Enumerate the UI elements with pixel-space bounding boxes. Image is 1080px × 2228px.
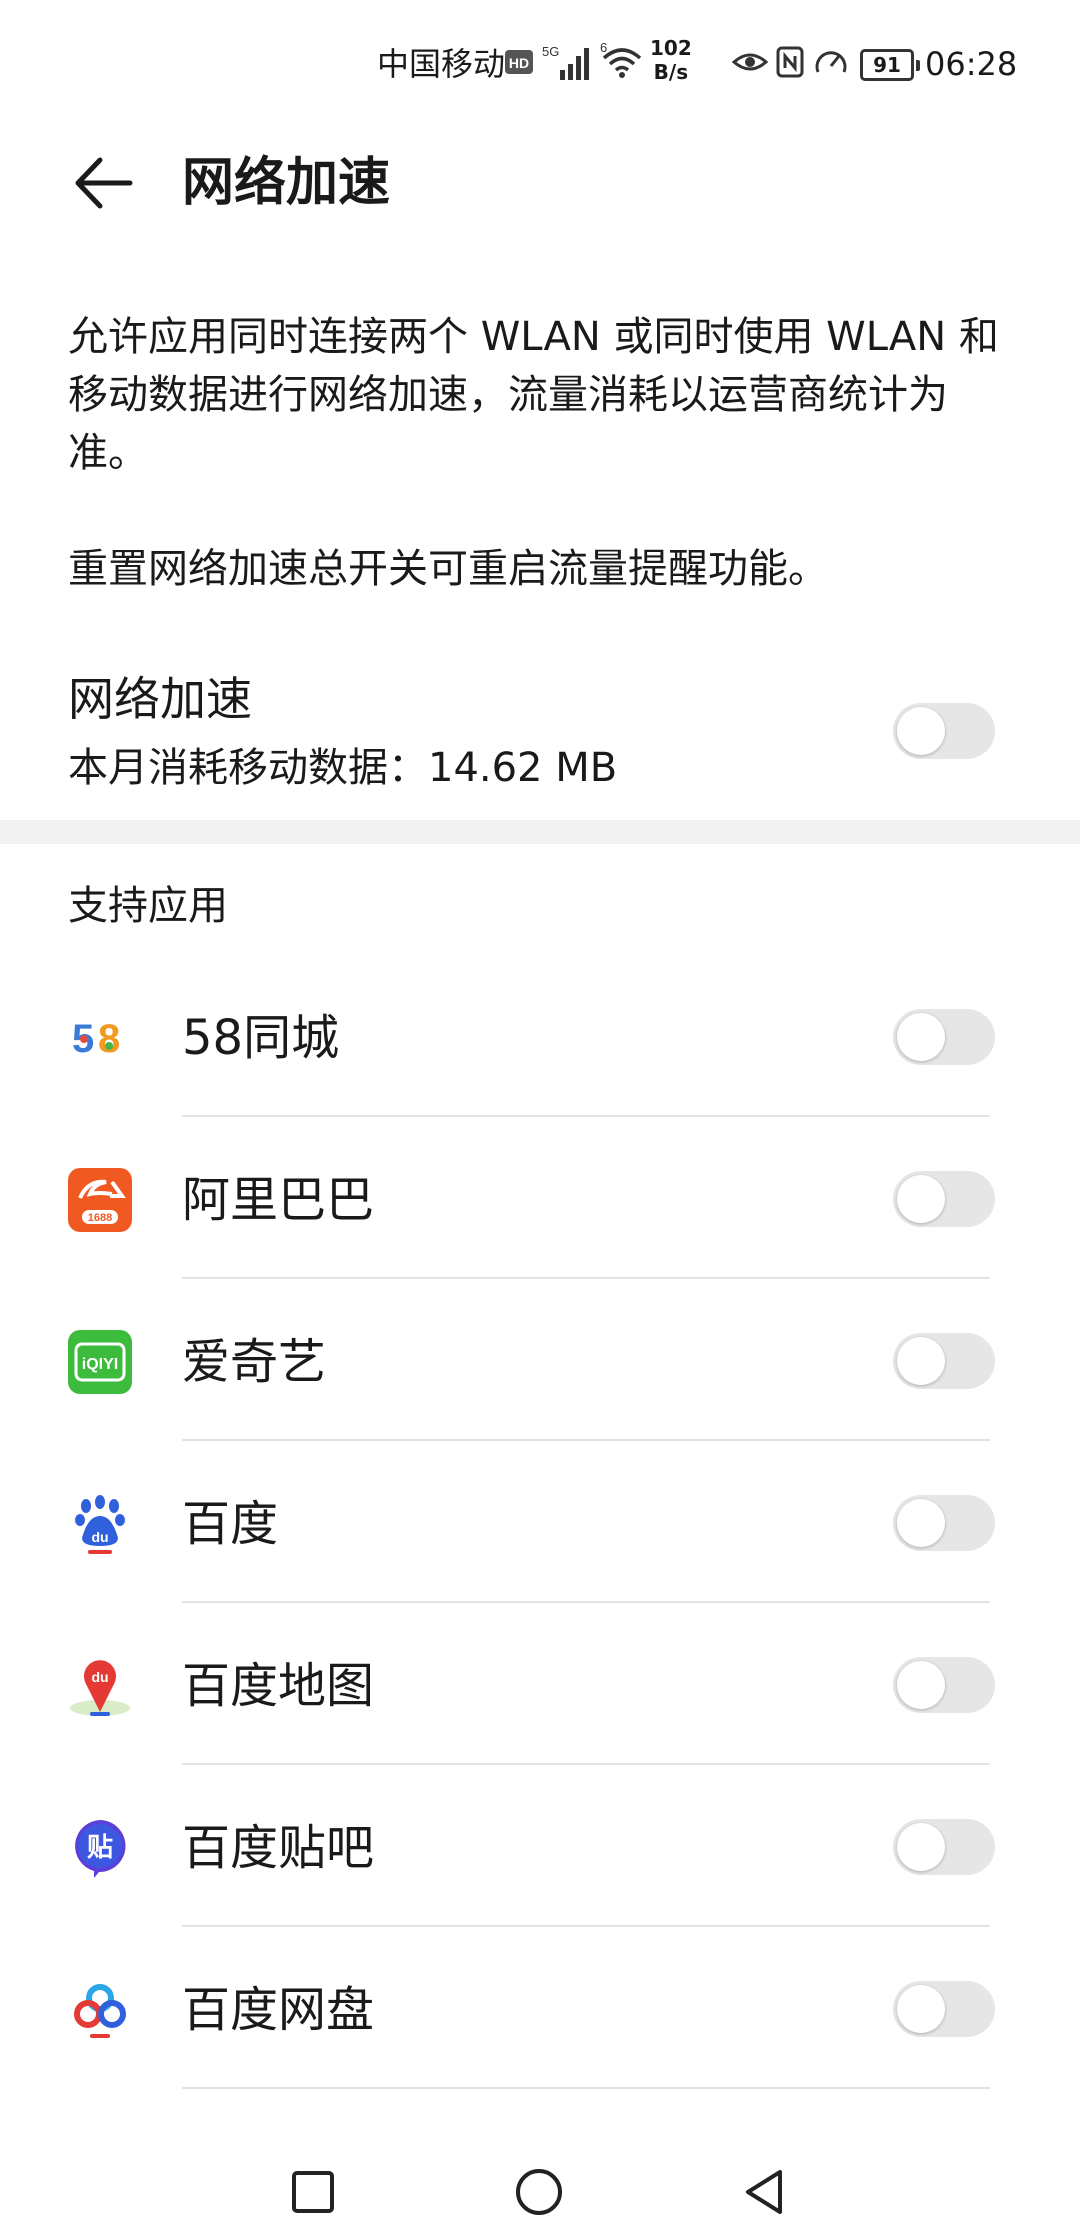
svg-text:iQIYI: iQIYI [82,1356,118,1373]
app-toggle[interactable] [893,1333,995,1389]
app-name: 百度 [182,1496,279,1552]
triangle-back-icon[interactable] [742,2168,786,2216]
data-usage-text: 本月消耗移动数据：14.62 MB [68,745,618,791]
app-name: 阿里巴巴 [182,1172,375,1228]
baidu-icon: du [75,1495,125,1554]
status-bar: 中国移动 HD 5G 6 102 B/s 91 06:28 [0,0,1080,125]
app-toggle[interactable] [893,1171,995,1227]
iqiyi-icon: iQIYI [68,1330,132,1394]
nfc-icon [776,46,804,78]
accelerate-toggle[interactable] [893,703,995,759]
app-toggle[interactable] [893,1495,995,1551]
svg-text:du: du [91,1669,108,1685]
baidu-tieba-icon: 贴 [75,1820,126,1878]
row-divider [182,2087,990,2089]
section-divider [0,820,1080,844]
baidu-map-icon: du [70,1660,130,1716]
app-row-baidu[interactable]: du 百度 [0,1441,1080,1603]
eye-comfort-icon [732,53,768,71]
toggle-knob [897,707,945,755]
58tongcheng-icon: 5 8 [72,1017,120,1061]
app-toggle[interactable] [893,1819,995,1875]
app-row-baidu-tieba[interactable]: 贴 百度贴吧 [0,1765,1080,1927]
app-toggle[interactable] [893,1657,995,1713]
square-icon[interactable] [291,2170,335,2214]
navigation-bar [0,2120,1080,2228]
back-arrow-icon[interactable] [70,150,136,216]
network-speed: 102 B/s [650,36,692,84]
svg-text:6: 6 [600,40,607,55]
app-row-baidu-map[interactable]: du 百度地图 [0,1603,1080,1765]
alibaba-1688-icon: 1688 [68,1168,132,1232]
app-toggle[interactable] [893,1981,995,2037]
svg-text:1688: 1688 [88,1212,112,1224]
app-row-iqiyi[interactable]: iQIYI 爱奇艺 [0,1279,1080,1441]
hd-icon: HD [505,50,533,74]
app-name: 百度地图 [182,1658,375,1714]
app-name: 爱奇艺 [182,1334,327,1390]
wifi-icon: 6 [600,40,642,78]
description-text: 允许应用同时连接两个 WLAN 或同时使用 WLAN 和移动数据进行网络加速，流… [68,314,999,476]
clock: 06:28 [925,45,1018,83]
accelerate-title: 网络加速 [68,672,252,726]
circle-icon[interactable] [515,2168,563,2216]
baidu-netdisk-icon [74,1984,126,2038]
signal-5g-icon: 5G [542,44,589,80]
app-name: 百度网盘 [182,1982,375,2038]
section-title: 支持应用 [68,883,228,929]
app-row-58tongcheng[interactable]: 5 8 58同城 [0,955,1080,1117]
app-name: 58同城 [182,1010,340,1066]
svg-text:贴: 贴 [87,1833,113,1863]
reset-hint-text: 重置网络加速总开关可重启流量提醒功能。 [68,546,828,592]
app-name: 百度贴吧 [182,1820,375,1876]
app-row-alibaba[interactable]: 1688 阿里巴巴 [0,1117,1080,1279]
page-title: 网络加速 [182,153,391,213]
app-toggle[interactable] [893,1009,995,1065]
svg-text:du: du [91,1529,108,1545]
carrier-name: 中国移动 [377,45,506,83]
battery-indicator: 91 [860,49,920,81]
speedometer-icon [815,51,847,73]
svg-text:5G: 5G [542,44,559,59]
svg-text:8: 8 [98,1017,120,1061]
app-row-baidu-netdisk[interactable]: 百度网盘 [0,1927,1080,2089]
svg-text:HD: HD [509,55,529,71]
